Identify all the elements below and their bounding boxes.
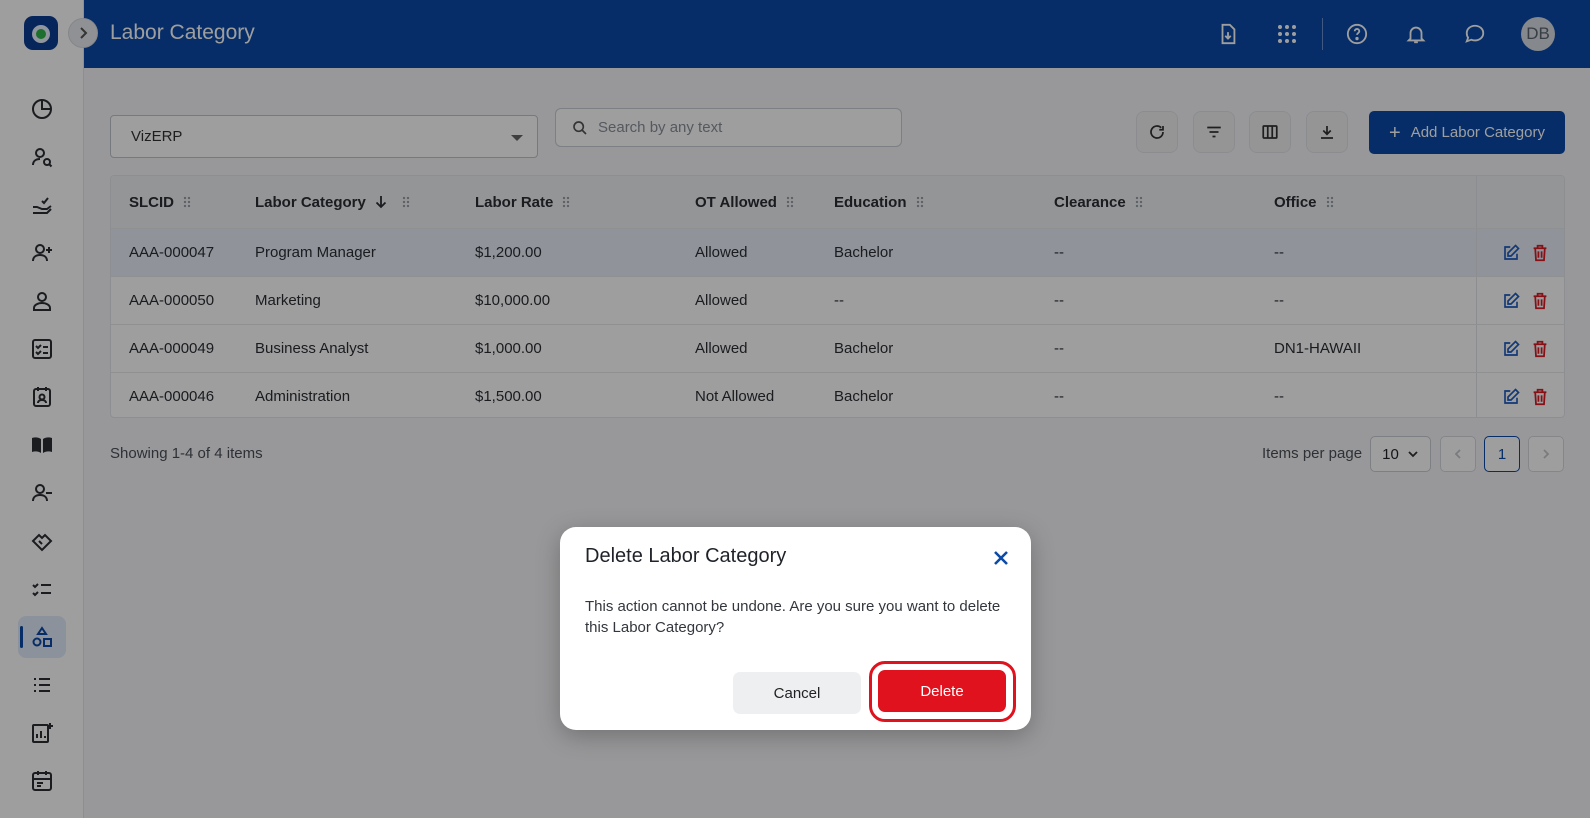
close-icon — [994, 551, 1008, 565]
delete-confirm-dialog: Delete Labor Category This action cannot… — [560, 527, 1031, 730]
dialog-title: Delete Labor Category — [585, 545, 787, 567]
dialog-message: This action cannot be undone. Are you su… — [585, 598, 1001, 636]
cancel-button[interactable]: Cancel — [733, 672, 861, 714]
delete-button[interactable]: Delete — [878, 670, 1006, 712]
dialog-close-button[interactable] — [988, 545, 1014, 571]
